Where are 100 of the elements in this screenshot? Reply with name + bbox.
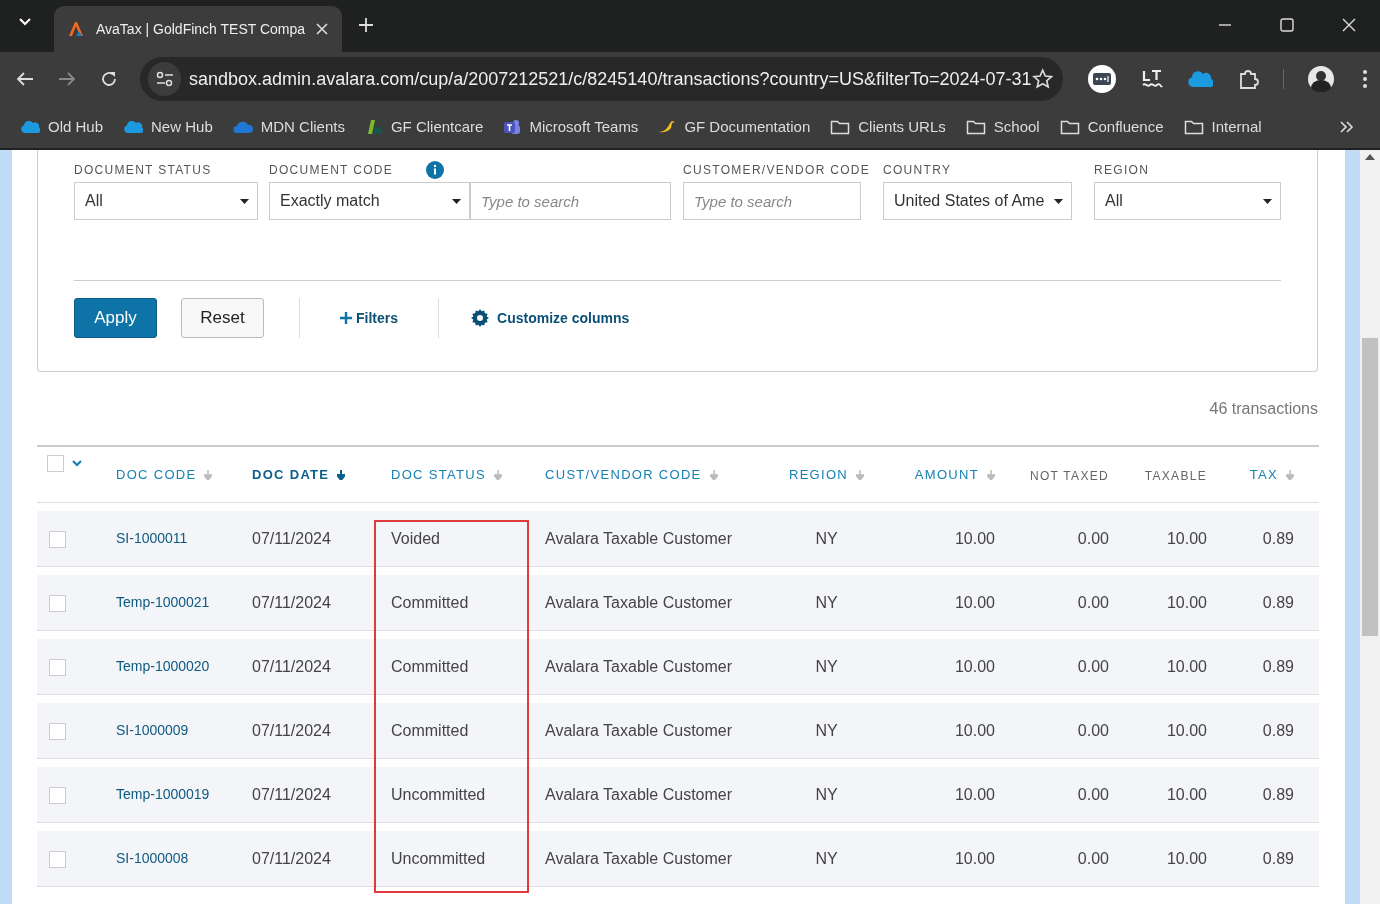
address-bar[interactable]: sandbox.admin.avalara.com/cup/a/2007212521/c/8245140/transactions?country=US&filterTo=2024-07-31 <box>140 57 1063 101</box>
bookmark[interactable]: Old Hub <box>10 115 114 139</box>
doc-code-link[interactable]: SI-1000008 <box>116 850 189 866</box>
folder-icon <box>965 119 986 135</box>
bookmark[interactable]: Clients URLs <box>820 115 956 139</box>
search-field[interactable]: Type to search <box>470 182 671 220</box>
column-header[interactable]: TAX <box>1249 464 1294 485</box>
cloud-icon <box>123 120 144 134</box>
table-cell: Voided <box>391 529 440 547</box>
table-cell: 10.00 <box>1166 529 1207 547</box>
table-cell: 10.00 <box>1166 721 1207 739</box>
column-header[interactable]: DOC DATE <box>252 464 346 485</box>
table-cell: 0.89 <box>1262 529 1294 547</box>
lt-icon <box>1141 68 1163 90</box>
back-arrow-icon <box>16 71 34 87</box>
search-field[interactable]: Type to search <box>683 182 861 220</box>
profile-avatar[interactable] <box>1308 66 1334 92</box>
back-button[interactable] <box>16 71 34 87</box>
field-label: COUNTRY <box>883 162 952 179</box>
apply-button[interactable]: Apply <box>74 298 157 338</box>
field-label: DOCUMENT CODE <box>269 162 394 179</box>
row-checkbox[interactable] <box>49 722 66 740</box>
dropdown[interactable]: All <box>1094 182 1281 220</box>
customize-columns-link[interactable]: Customize columns <box>471 307 630 329</box>
bookmark[interactable]: Confluence <box>1049 115 1174 139</box>
sort-arrow-icon <box>1286 469 1294 480</box>
bookmark[interactable]: GF Clientcare <box>354 115 494 139</box>
row-checkbox[interactable] <box>49 594 66 612</box>
column-header[interactable]: DOC STATUS <box>391 464 502 485</box>
column-header[interactable]: REGION <box>788 464 865 485</box>
row-checkbox[interactable] <box>49 658 66 676</box>
new-tab-button[interactable] <box>358 17 374 33</box>
column-header[interactable]: DOC CODE <box>116 464 213 485</box>
close-button[interactable] <box>1342 18 1356 32</box>
settings-icon <box>471 309 489 327</box>
sort-arrow-icon <box>204 469 213 480</box>
table-cell: NY <box>815 529 838 547</box>
doc-code-link[interactable]: SI-1000009 <box>116 722 189 738</box>
doc-code-link[interactable]: Temp-1000021 <box>116 594 210 610</box>
dropdown[interactable]: Exactly match <box>269 182 470 220</box>
table-cell: NY <box>815 785 838 803</box>
field-label: CUSTOMER/VENDOR CODE <box>683 162 871 179</box>
extensions-icon[interactable] <box>1237 68 1259 90</box>
language-tool-icon[interactable] <box>1141 68 1163 90</box>
forward-button[interactable] <box>58 71 76 87</box>
doc-code-link[interactable]: Temp-1000020 <box>116 658 210 674</box>
table-cell: 0.89 <box>1262 721 1294 739</box>
reset-button[interactable]: Reset <box>181 298 264 338</box>
table-cell: Avalara Taxable Customer <box>545 529 733 547</box>
info-glyph <box>426 161 444 179</box>
doc-code-link[interactable]: Temp-1000019 <box>116 786 210 802</box>
star-icon[interactable] <box>1031 68 1053 90</box>
table-cell: 0.00 <box>1077 721 1109 739</box>
table-cell: 10.00 <box>954 721 995 739</box>
bookmark[interactable]: New Hub <box>113 115 223 139</box>
row-checkbox[interactable] <box>49 530 66 548</box>
column-header: TAXABLE <box>1144 468 1207 485</box>
cloud-icon <box>20 120 40 134</box>
puzzle-icon <box>1237 68 1259 90</box>
scrollbar-thumb[interactable] <box>1362 338 1378 636</box>
info-icon[interactable] <box>426 161 444 179</box>
select-all-checkbox[interactable] <box>47 455 64 472</box>
add-filters-link[interactable]: Filters <box>340 307 398 329</box>
caret-icon <box>452 198 461 204</box>
close-icon[interactable] <box>316 23 328 35</box>
table-cell: 0.89 <box>1262 657 1294 675</box>
caret-icon <box>1054 198 1063 204</box>
bookmark[interactable]: School <box>955 115 1050 139</box>
doc-code-link[interactable]: SI-1000011 <box>116 530 188 546</box>
column-header[interactable]: AMOUNT <box>914 464 995 485</box>
table-cell: Uncommitted <box>391 785 486 803</box>
scroll-up-button[interactable] <box>1365 154 1375 160</box>
sort-arrow-icon <box>709 469 718 480</box>
dropdown[interactable]: United States of Ame <box>883 182 1072 220</box>
table-cell: NY <box>815 721 838 739</box>
maximize-icon <box>1280 18 1294 32</box>
bookmark[interactable]: Internal <box>1173 115 1272 139</box>
maximize-button[interactable] <box>1280 18 1294 32</box>
teams-icon <box>503 118 522 136</box>
select-menu-button[interactable] <box>72 460 82 467</box>
menu-icon[interactable] <box>1362 69 1368 89</box>
bookmark[interactable]: Microsoft Teams <box>493 115 649 139</box>
row-checkbox[interactable] <box>49 786 66 804</box>
table-cell: 0.89 <box>1262 785 1294 803</box>
reload-button[interactable] <box>100 70 118 88</box>
bookmark[interactable]: MDN Clients <box>222 115 355 139</box>
sort-arrow-icon <box>987 469 995 480</box>
browser-tab[interactable]: AvaTax | GoldFinch TEST Compa <box>54 6 342 52</box>
bookmark[interactable]: GF Documentation <box>648 115 821 139</box>
column-header[interactable]: CUST/VENDOR CODE <box>545 464 718 485</box>
folder-icon <box>1183 119 1204 135</box>
dropdown[interactable]: All <box>74 182 258 220</box>
cloud-extension-icon[interactable] <box>1187 70 1213 88</box>
table-cell: 07/11/2024 <box>252 529 331 547</box>
table-cell: Committed <box>391 657 469 675</box>
row-checkbox[interactable] <box>49 850 66 868</box>
chevron-down-icon <box>19 18 31 26</box>
table-cell: Avalara Taxable Customer <box>545 721 733 739</box>
table-cell: 10.00 <box>1166 785 1207 803</box>
more-bookmarks-button[interactable] <box>1340 121 1354 133</box>
